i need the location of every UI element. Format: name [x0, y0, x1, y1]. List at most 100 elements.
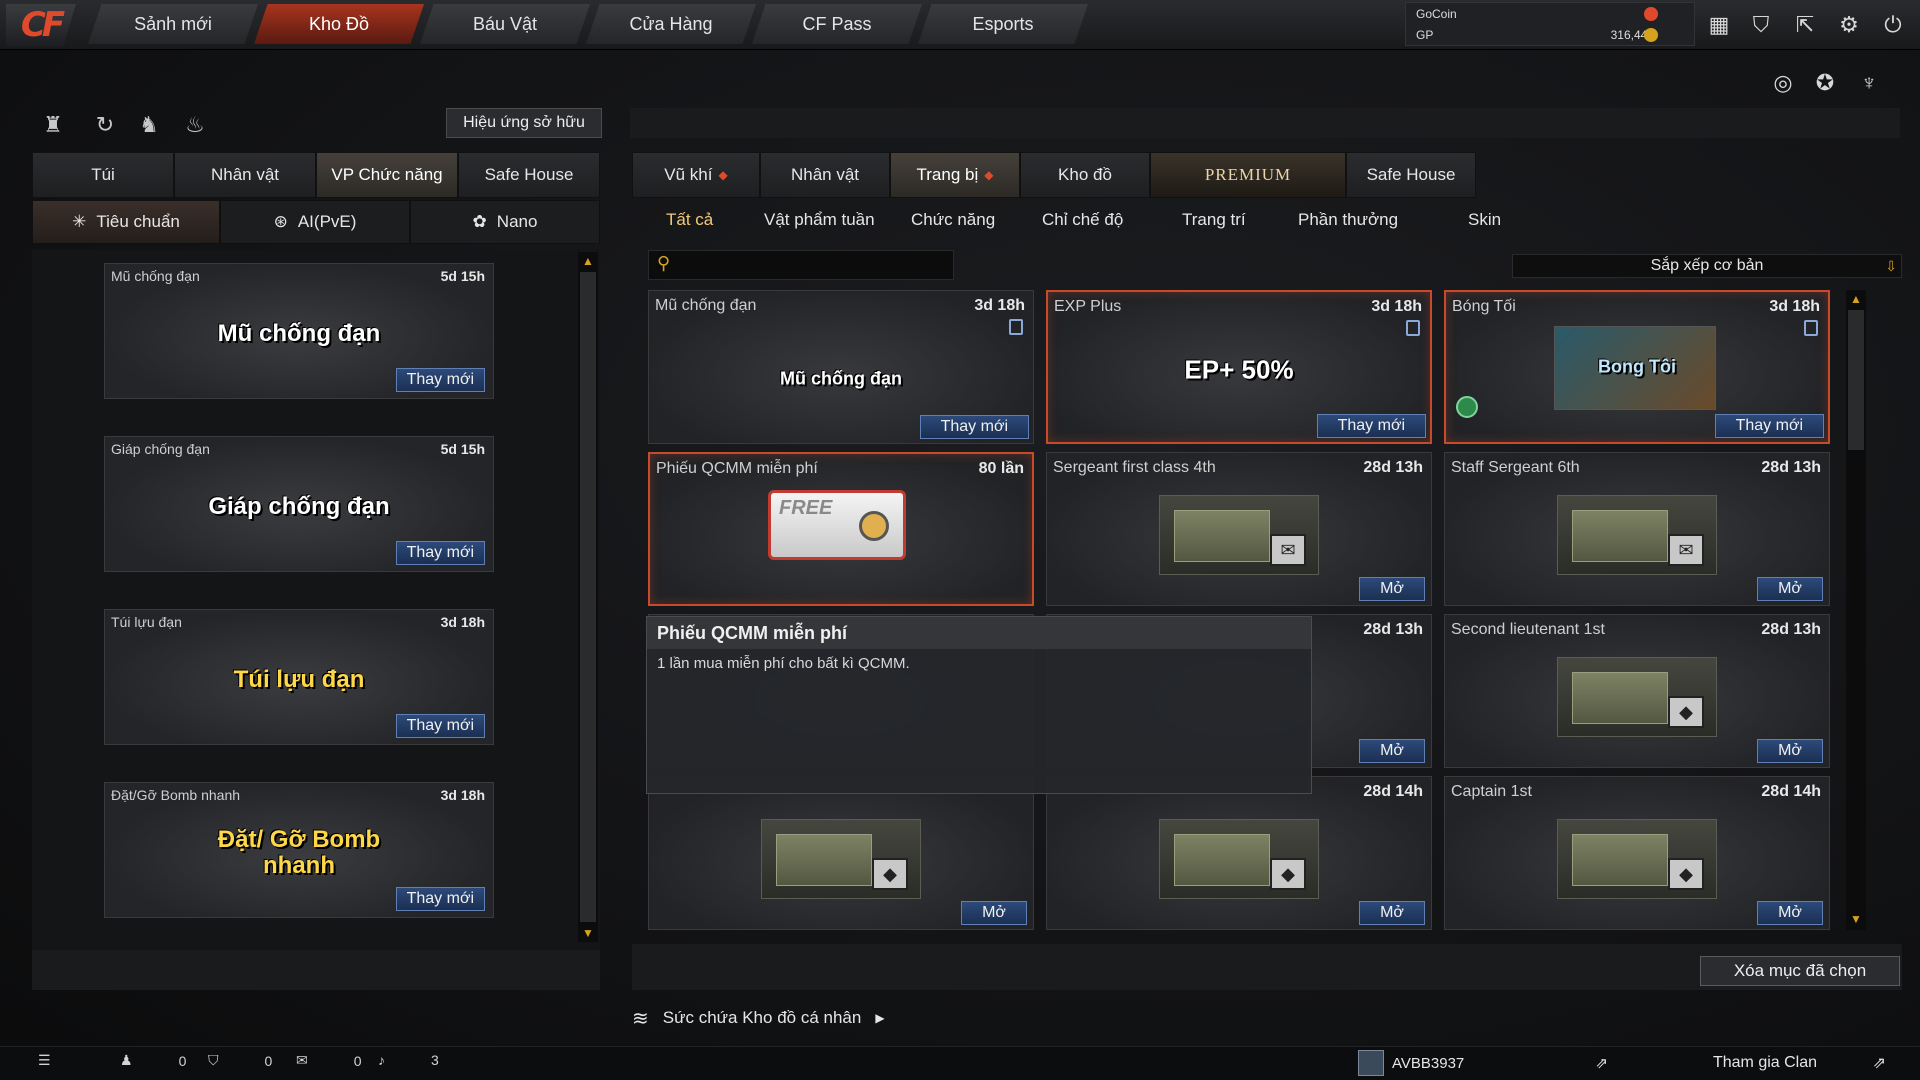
gear-icon[interactable]: ⚙ — [1832, 8, 1866, 42]
open-button[interactable]: Mở — [961, 901, 1027, 925]
inventory-item[interactable]: Phiếu QCMM miễn phí 80 lần FREE — [648, 452, 1034, 606]
inventory-item[interactable]: Mũ chống đạn 3d 18h Mũ chống đạn Thay mớ… — [648, 290, 1034, 444]
renew-button[interactable]: Thay mới — [919, 415, 1029, 439]
left-tab-bag[interactable]: Túi — [32, 152, 174, 198]
left-tab-character[interactable]: Nhân vật — [174, 152, 316, 198]
renew-button[interactable]: Thay mới — [1316, 414, 1426, 438]
subtab-mode-only[interactable]: Chỉ chế độ — [1042, 210, 1123, 230]
supply-box-image: ◆ — [1557, 657, 1717, 738]
equipped-slot-armor[interactable]: Giáp chống đạn 5d 15h Giáp chống đạn Tha… — [104, 436, 494, 572]
inventory-item[interactable]: EXP Plus 3d 18h EP+ 50% Thay mới — [1046, 290, 1432, 444]
inventory-item[interactable]: ◆ Mở — [648, 776, 1034, 930]
scroll-down-icon[interactable]: ▼ — [1846, 910, 1866, 928]
nav-tab-inventory[interactable]: Kho Đồ — [254, 4, 424, 44]
nav-tab-lobby[interactable]: Sảnh mới — [88, 4, 258, 44]
subtab-all[interactable]: Tất cả — [666, 210, 713, 230]
owned-effects-button[interactable]: Hiệu ứng sở hữu — [446, 108, 602, 138]
nav-tab-treasure[interactable]: Báu Vật — [420, 4, 590, 44]
chat-count: 0 — [353, 1052, 362, 1069]
equipped-slot-grenade-pouch[interactable]: Túi lựu đạn 3d 18h Túi lựu đạn Thay mới — [104, 609, 494, 745]
scroll-down-icon[interactable]: ▼ — [578, 924, 598, 942]
gift-icon[interactable]: ♜ — [36, 108, 70, 142]
gp-label: GP — [1416, 28, 1434, 42]
left-tab-safe-house[interactable]: Safe House — [458, 152, 600, 198]
friends-stat[interactable]: ♟ 0 — [120, 1052, 186, 1069]
inventory-item[interactable]: 28d 14h ◆ Mở — [1046, 776, 1432, 930]
right-tab-storage[interactable]: Kho đồ — [1020, 152, 1150, 198]
subtab-rewards[interactable]: Phần thưởng — [1298, 210, 1398, 230]
nav-tab-shop[interactable]: Cửa Hàng — [586, 4, 756, 44]
chevron-down-icon[interactable]: ⇩ — [1885, 258, 1897, 275]
subtab-weekly[interactable]: Vật phẩm tuần — [764, 210, 875, 230]
left-footer-strip — [32, 950, 600, 990]
external-link-icon[interactable]: ⇗ — [1873, 1053, 1886, 1073]
mode-standard[interactable]: ✳ Tiêu chuẩn — [32, 200, 220, 244]
badge-icon[interactable]: ✪ — [1808, 66, 1842, 100]
inventory-item[interactable]: Second lieutenant 1st 28d 13h ◆ Mở — [1444, 614, 1830, 768]
join-clan-label: Tham gia Clan — [1712, 1054, 1818, 1071]
inventory-item[interactable]: Bóng Tối 3d 18h Bong Tôi Thay mới — [1444, 290, 1830, 444]
right-tab-weapons[interactable]: Vũ khí ◆ — [632, 152, 760, 198]
delete-selected-button[interactable]: Xóa mục đã chọn — [1700, 956, 1900, 986]
open-button[interactable]: Mở — [1359, 577, 1425, 601]
grenade-icon[interactable]: ♨ — [178, 108, 212, 142]
right-tab-character[interactable]: Nhân vật — [760, 152, 890, 198]
inventory-item[interactable]: Sergeant first class 4th 28d 13h ✉ Mở — [1046, 452, 1432, 606]
tab-label: Vũ khí — [664, 165, 713, 184]
chat-stat[interactable]: ✉ 0 — [296, 1052, 362, 1069]
left-tab-functional[interactable]: VP Chức năng — [316, 152, 458, 198]
item-name: Túi lựu đạn — [111, 614, 182, 630]
power-icon[interactable]: ⏻ — [1876, 8, 1910, 42]
inventory-item[interactable]: Captain 1st 28d 14h ◆ Mở — [1444, 776, 1830, 930]
open-button[interactable]: Mở — [1359, 739, 1425, 763]
open-button[interactable]: Mở — [1757, 901, 1823, 925]
exit-room-icon[interactable]: ⇱ — [1788, 8, 1822, 42]
history-icon[interactable]: ↻ — [88, 108, 122, 142]
right-tab-safe-house[interactable]: Safe House — [1346, 152, 1476, 198]
open-button[interactable]: Mở — [1757, 739, 1823, 763]
search-input[interactable]: ⚲ — [648, 250, 954, 280]
right-tab-premium[interactable]: PREMIUM — [1150, 152, 1346, 198]
clan-stat[interactable]: ⛉ 0 — [208, 1052, 272, 1069]
sort-dropdown[interactable]: Sắp xếp cơ bản ⇩ — [1512, 254, 1902, 278]
open-button[interactable]: Mở — [1757, 577, 1823, 601]
character-icon[interactable]: ♞ — [132, 108, 166, 142]
mode-ai-pve[interactable]: ⊛ AI(PvE) — [220, 200, 410, 244]
scroll-up-icon[interactable]: ▲ — [578, 252, 598, 270]
scroll-up-icon[interactable]: ▲ — [1846, 290, 1866, 308]
subtab-skin[interactable]: Skin — [1468, 210, 1501, 230]
subtab-decoration[interactable]: Trang trí — [1182, 210, 1246, 230]
scroll-thumb[interactable] — [1848, 310, 1864, 450]
rank-badge-icon — [1358, 1050, 1384, 1076]
bottom-bar — [0, 1046, 1920, 1080]
menu-icon[interactable]: ☰ — [38, 1052, 51, 1069]
nav-tab-esports[interactable]: Esports — [918, 4, 1088, 44]
mode-nano[interactable]: ✿ Nano — [410, 200, 600, 244]
right-tab-equipment[interactable]: Trang bị ◆ — [890, 152, 1020, 198]
item-name: Mũ chống đạn — [111, 268, 200, 284]
nav-tab-cf-pass[interactable]: CF Pass — [752, 4, 922, 44]
volume-stat[interactable]: ♪ 3 — [378, 1052, 439, 1068]
external-link-icon[interactable]: ⇗ — [1595, 1054, 1608, 1072]
left-scrollbar[interactable]: ▲ ▼ — [578, 252, 598, 942]
map-icon[interactable]: ▦ — [1702, 8, 1736, 42]
renew-button[interactable]: Thay mới — [395, 887, 485, 911]
shield-icon[interactable]: ⛉ — [1744, 8, 1778, 42]
globe-icon[interactable]: ◎ — [1766, 66, 1800, 100]
player-info[interactable]: AVBB3937 ⇗ — [1358, 1048, 1608, 1078]
renew-button[interactable]: Thay mới — [1714, 414, 1824, 438]
storage-capacity[interactable]: ≋ Sức chứa Kho đồ cá nhân ▶ — [632, 1002, 922, 1034]
renew-button[interactable]: Thay mới — [395, 541, 485, 565]
nano-icon: ✿ — [472, 212, 487, 231]
join-clan-button[interactable]: Tham gia Clan ⇗ — [1640, 1048, 1890, 1078]
subtab-function[interactable]: Chức năng — [911, 210, 995, 230]
inventory-item[interactable]: Staff Sergeant 6th 28d 13h ✉ Mở — [1444, 452, 1830, 606]
equipped-slot-helmet[interactable]: Mũ chống đạn 5d 15h Mũ chống đạn Thay mớ… — [104, 263, 494, 399]
equipped-slot-bomb[interactable]: Đặt/Gỡ Bomb nhanh 3d 18h Đặt/ Gỡ Bomb nh… — [104, 782, 494, 918]
renew-button[interactable]: Thay mới — [395, 368, 485, 392]
rank-icon[interactable]: ♆ — [1852, 66, 1886, 100]
right-scrollbar[interactable]: ▲ ▼ — [1846, 290, 1866, 930]
renew-button[interactable]: Thay mới — [395, 714, 485, 738]
open-button[interactable]: Mở — [1359, 901, 1425, 925]
scroll-thumb[interactable] — [580, 272, 596, 922]
